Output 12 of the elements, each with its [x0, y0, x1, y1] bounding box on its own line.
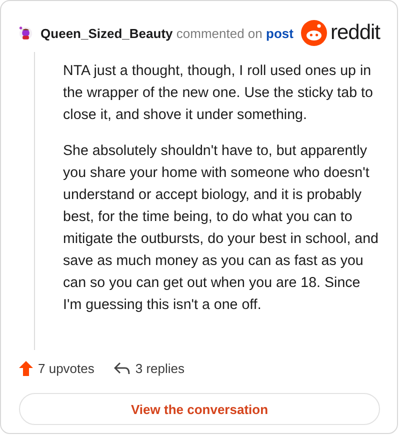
- comment-paragraph: She absolutely shouldn't have to, but apparently you share your home with someone who doesn't understand or accept biology, and it is probably best, for the time being, to do what you can to mitigate the outbursts, do your best in school, and save as much money as you can as fast as you can so you can get out when you are 18. Since I'm guessing this isn't a one off.: [63, 142, 380, 315]
- action-text: commented on: [176, 26, 262, 40]
- view-conversation-button[interactable]: View the conversation: [19, 393, 380, 425]
- post-link[interactable]: post: [266, 26, 294, 40]
- reply-icon[interactable]: [114, 362, 130, 374]
- comment-paragraph: NTA just a thought, though, I roll used ones up in the wrapper of the new one. Use the sticky tab to close it, and shove it under something.: [63, 62, 374, 125]
- username[interactable]: Queen_Sized_Beauty: [40, 26, 173, 40]
- brand-name: reddit: [330, 21, 380, 45]
- reddit-logo-icon: [301, 20, 328, 46]
- upvote-count: 7 upvotes: [38, 360, 94, 376]
- upvote-icon[interactable]: [19, 360, 33, 376]
- reply-count: 3 replies: [135, 360, 185, 376]
